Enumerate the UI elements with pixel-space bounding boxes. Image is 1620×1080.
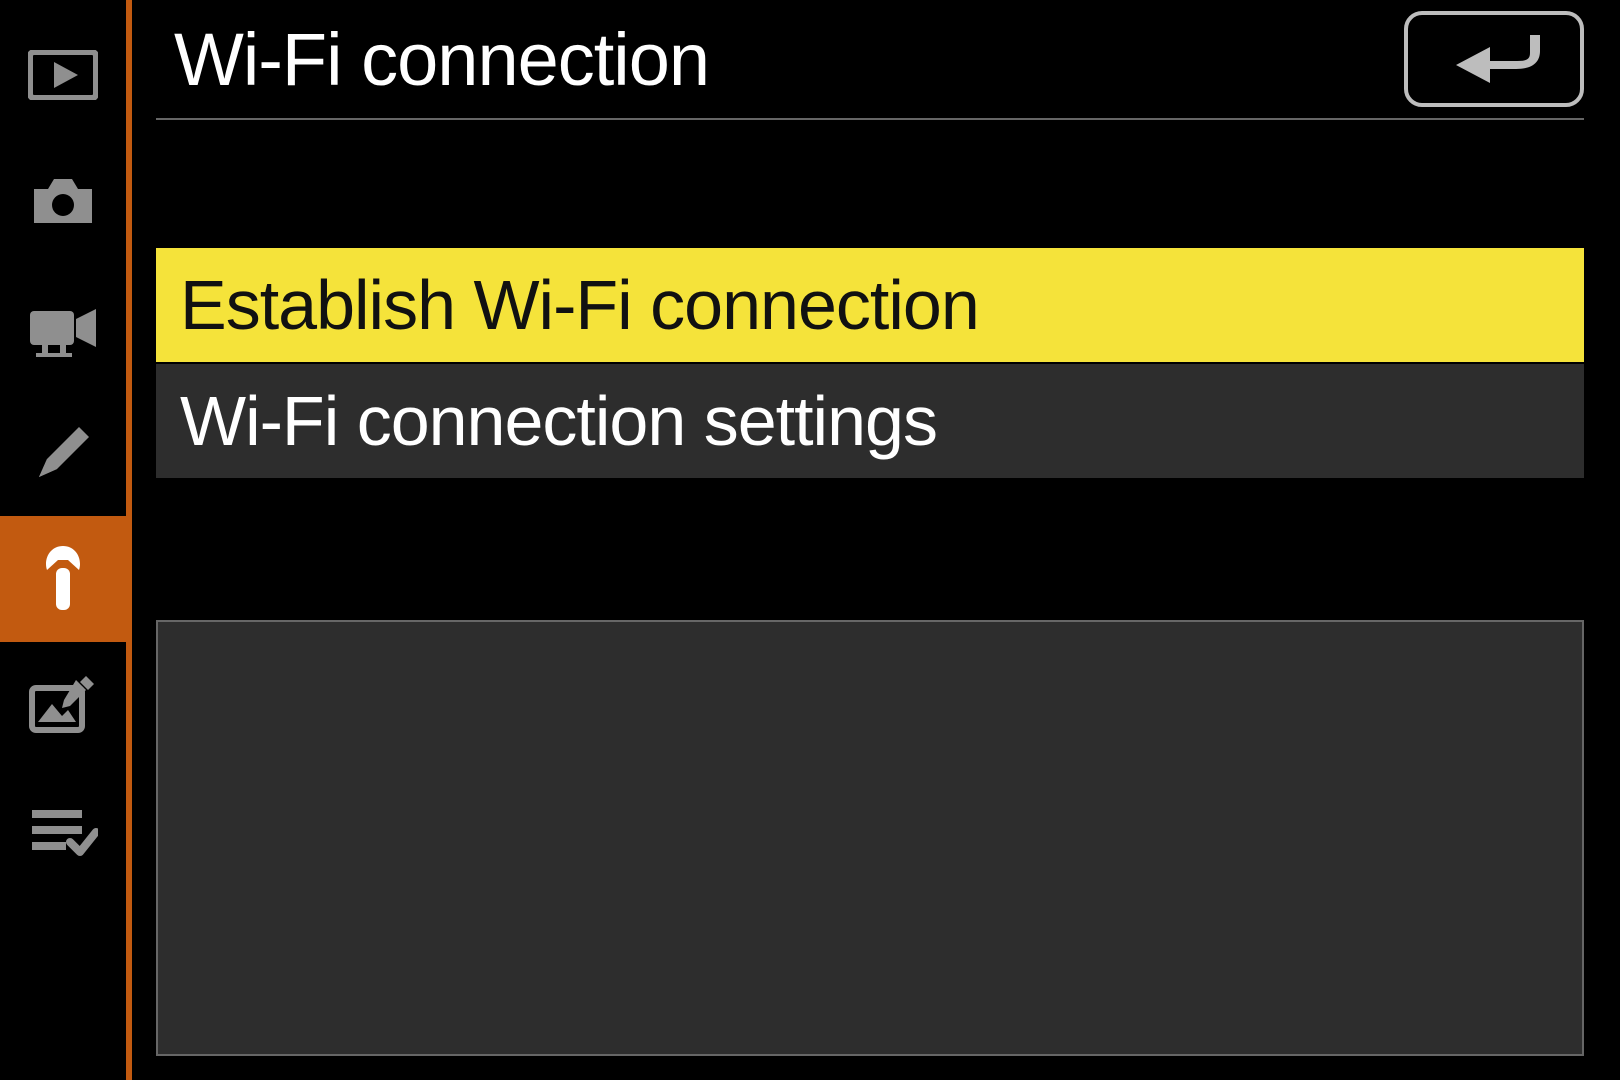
back-arrow-icon xyxy=(1444,25,1544,94)
sidebar-item-custom-settings[interactable] xyxy=(0,390,126,516)
camera-menu-screen: Wi-Fi connection Establish Wi-Fi connect… xyxy=(0,0,1620,1080)
sidebar-item-photo-shooting[interactable] xyxy=(0,138,126,264)
menu-list: Establish Wi-Fi connection Wi-Fi connect… xyxy=(156,248,1584,480)
menu-item-label: Wi-Fi connection settings xyxy=(180,381,937,461)
info-panel xyxy=(156,620,1584,1056)
wrench-icon xyxy=(38,544,88,614)
sidebar-item-my-menu[interactable] xyxy=(0,768,126,894)
pencil-icon xyxy=(31,421,95,485)
menu-item-wifi-settings[interactable]: Wi-Fi connection settings xyxy=(156,364,1584,480)
spacer xyxy=(156,120,1584,248)
sidebar-item-playback[interactable] xyxy=(0,12,126,138)
menu-item-establish-wifi[interactable]: Establish Wi-Fi connection xyxy=(156,248,1584,364)
playback-icon xyxy=(28,50,98,100)
my-menu-icon xyxy=(28,806,98,856)
main-panel: Wi-Fi connection Establish Wi-Fi connect… xyxy=(132,0,1620,1080)
menu-sidebar xyxy=(0,0,132,1080)
sidebar-item-setup[interactable] xyxy=(0,516,126,642)
back-button[interactable] xyxy=(1404,11,1584,107)
page-title: Wi-Fi connection xyxy=(156,17,709,102)
camera-icon xyxy=(28,173,98,229)
menu-item-label: Establish Wi-Fi connection xyxy=(180,265,979,345)
video-camera-icon xyxy=(26,297,100,357)
retouch-icon xyxy=(28,676,98,734)
header: Wi-Fi connection xyxy=(156,0,1584,120)
sidebar-item-retouch[interactable] xyxy=(0,642,126,768)
sidebar-item-video-recording[interactable] xyxy=(0,264,126,390)
